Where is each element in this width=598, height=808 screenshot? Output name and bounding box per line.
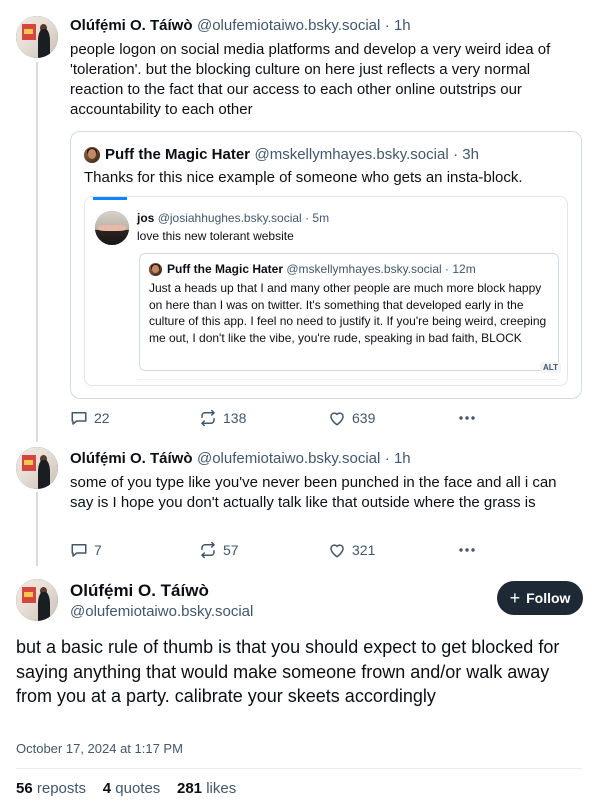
author-name[interactable]: Olúfẹ́mi O. Táíwò — [70, 450, 193, 467]
reply-button[interactable]: 22 — [70, 409, 110, 427]
stats-divider-top — [16, 768, 582, 769]
reply-icon — [71, 544, 87, 557]
reply-icon — [71, 412, 87, 425]
repost-icon — [201, 541, 215, 559]
reply-count: 22 — [94, 410, 110, 426]
jos-handle: @josiahhughes.bsky.social — [157, 211, 302, 225]
jos-time: · 5m — [305, 211, 330, 225]
inner-quote-handle: @mskellymhayes.bsky.social — [286, 262, 442, 276]
main-author-name[interactable]: Olúfẹ́mi O. Táíwò — [70, 581, 209, 601]
follow-button[interactable]: + Follow — [497, 581, 583, 615]
thread-line-2 — [36, 492, 38, 566]
main-post-text: but a basic rule of thumb is that you sh… — [16, 637, 560, 706]
post-time[interactable]: · 1h — [385, 17, 411, 34]
heart-icon — [330, 544, 344, 558]
plus-icon: + — [509, 588, 521, 608]
quotes-stat[interactable]: 4 quotes — [103, 780, 165, 797]
repost-count: 57 — [223, 542, 239, 558]
likes-stat[interactable]: 281 likes — [177, 780, 236, 797]
reposts-count: 56 — [16, 780, 33, 797]
reply-count: 7 — [94, 542, 102, 558]
like-button[interactable]: 321 — [328, 541, 375, 559]
more-options-button[interactable] — [457, 541, 477, 559]
quote-avatar — [84, 147, 100, 163]
repost-count: 138 — [223, 410, 247, 426]
avatar[interactable] — [16, 16, 58, 58]
jos-avatar — [95, 211, 129, 245]
quote-time: · 3h — [453, 146, 479, 163]
post-text: people logon on social media platforms a… — [70, 41, 551, 118]
quotes-count: 4 — [102, 780, 112, 797]
repost-button[interactable]: 138 — [199, 409, 246, 427]
avatar[interactable] — [16, 447, 58, 489]
inner-quote-avatar — [149, 263, 162, 276]
jos-text: love this new tolerant website — [137, 229, 294, 243]
quote-author-handle: @mskellymhayes.bsky.social — [254, 146, 449, 163]
more-options-button[interactable] — [457, 409, 477, 427]
more-icon — [459, 548, 475, 552]
reposts-label: reposts — [36, 780, 87, 797]
jos-name: jos — [137, 211, 155, 225]
inner-quote-author: Puff the Magic Hater — [167, 262, 284, 276]
quote-author-name: Puff the Magic Hater — [105, 146, 251, 163]
embedded-image[interactable]: jos @josiahhughes.bsky.social · 5m love … — [84, 196, 568, 386]
quotes-label: quotes — [115, 780, 161, 797]
author-handle[interactable]: @olufemiotaiwo.bsky.social — [197, 17, 380, 34]
quote-card[interactable]: Puff the Magic Hater @mskellymhayes.bsky… — [70, 131, 582, 399]
thread-line-1 — [36, 62, 38, 442]
reply-button[interactable]: 7 — [70, 541, 102, 559]
inner-quote-text: Just a heads up that I and many other pe… — [149, 281, 547, 345]
likes-label: likes — [206, 780, 237, 797]
like-count: 639 — [352, 410, 376, 426]
likes-count: 281 — [177, 780, 203, 797]
repost-icon — [201, 409, 215, 427]
post-date[interactable]: October 17, 2024 at 1:17 PM — [16, 741, 183, 756]
quote-text: Thanks for this nice example of someone … — [84, 169, 523, 186]
heart-icon — [330, 412, 344, 426]
inner-quote-time: · 12m — [445, 262, 476, 276]
post-text: some of you type like you've never been … — [70, 474, 557, 511]
image-faded-actions — [137, 379, 557, 385]
main-author-handle[interactable]: @olufemiotaiwo.bsky.social — [70, 603, 253, 620]
like-count: 321 — [352, 542, 376, 558]
reposts-stat[interactable]: 56 reposts — [16, 780, 90, 797]
like-button[interactable]: 639 — [328, 409, 375, 427]
author-handle[interactable]: @olufemiotaiwo.bsky.social — [197, 450, 380, 467]
image-highlight-bar — [93, 197, 127, 200]
follow-label: Follow — [526, 590, 571, 606]
avatar[interactable] — [16, 579, 58, 621]
alt-badge[interactable]: ALT — [540, 362, 561, 373]
author-name[interactable]: Olúfẹ́mi O. Táíwò — [70, 17, 193, 34]
post-time[interactable]: · 1h — [385, 450, 411, 467]
repost-button[interactable]: 57 — [199, 541, 239, 559]
inner-quote-card: Puff the Magic Hater @mskellymhayes.bsky… — [139, 253, 559, 371]
more-icon — [459, 416, 475, 420]
